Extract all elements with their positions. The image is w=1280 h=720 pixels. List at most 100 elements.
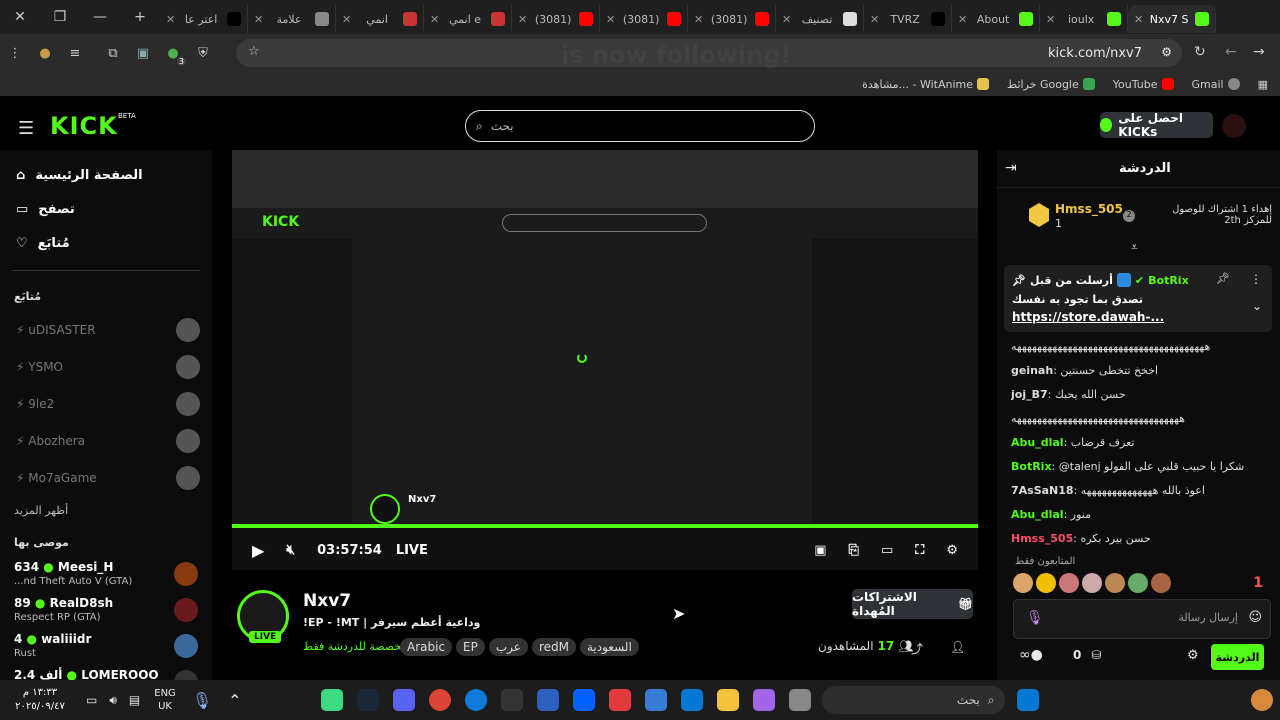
unpin-icon[interactable]: 📌︎ <box>1216 272 1230 285</box>
emote-icon[interactable] <box>1128 573 1148 593</box>
nav-browse[interactable]: ▭ تصفح <box>16 202 75 217</box>
extensions-puzzle-icon[interactable]: ⧉ <box>98 38 128 68</box>
recommended-channel[interactable]: 634 ● Meesi_H ...nd Theft Auto V (GTA) <box>14 560 200 590</box>
chat-send-button[interactable]: الدردشة <box>1211 644 1264 670</box>
chat-username[interactable]: Hmss_505 <box>1011 532 1073 545</box>
extension-icon[interactable]: ● <box>30 38 60 68</box>
browser-tab[interactable]: ✕ انمي e <box>424 5 512 33</box>
chrome-icon[interactable] <box>428 689 451 711</box>
app-icon[interactable] <box>644 689 667 711</box>
tab-close-icon[interactable]: ✕ <box>870 13 879 26</box>
chat-input[interactable]: 🎙︎ إرسال رسالة ☺ <box>1013 599 1271 639</box>
mic-icon[interactable]: 🎙︎ <box>1026 610 1044 626</box>
apps-grid-icon[interactable]: ▦ <box>1258 78 1268 91</box>
mute-icon[interactable]: 🔇︎ <box>286 542 295 558</box>
app-icon[interactable] <box>536 689 559 711</box>
app-icon[interactable] <box>320 689 343 711</box>
nav-following[interactable]: ♡ مُتابَع <box>16 236 70 251</box>
stream-tag[interactable]: redM <box>531 638 576 656</box>
stream-tag[interactable]: السعودية <box>579 638 639 656</box>
chevron-down-icon[interactable]: ⩡ <box>1131 240 1138 255</box>
progress-bar[interactable] <box>232 524 978 528</box>
chat-username[interactable]: Abu_dlal <box>1011 436 1064 449</box>
emote-icon[interactable] <box>1151 573 1171 593</box>
browser-tab[interactable]: ✕ TVRZ <box>864 5 952 33</box>
address-bar[interactable]: ☆ is now following! kick.com/nxv7 ⚙ <box>236 39 1182 69</box>
infinity-icon[interactable]: ∞● <box>1019 647 1043 663</box>
chat-username[interactable]: Abu_dlal <box>1011 508 1064 521</box>
chat-username[interactable]: geinah <box>1011 364 1053 377</box>
store-icon[interactable] <box>680 689 703 711</box>
browser-tab[interactable]: ✕ ioulx <box>1040 5 1128 33</box>
battery-icon[interactable]: ▭ <box>86 693 97 707</box>
browser-tab[interactable]: ✕ About <box>952 5 1040 33</box>
play-icon[interactable]: ▶ <box>252 541 264 560</box>
bookmark-maps[interactable]: خرائط Google <box>1007 78 1095 91</box>
browser-tab[interactable]: ✕ (3081) <box>688 5 776 33</box>
more-menu-icon[interactable]: ⋮ <box>0 38 30 68</box>
followed-channel[interactable]: ⚡︎ YSMO <box>16 355 200 379</box>
extension-icon[interactable]: ▣ <box>128 38 158 68</box>
edge-icon[interactable] <box>464 689 487 711</box>
browser-tab[interactable]: ✕ انمي <box>336 5 424 33</box>
emoji-icon[interactable]: ☺ <box>1248 610 1262 625</box>
streamer-name[interactable]: Nxv7 <box>303 591 351 611</box>
network-icon[interactable]: ▤ <box>129 693 140 707</box>
stream-tag[interactable]: عرب <box>488 638 528 656</box>
tab-close-icon[interactable]: ✕ <box>166 13 175 26</box>
followed-channel[interactable]: ⚡︎ Abozhera <box>16 429 200 453</box>
stream-tag[interactable]: EP <box>456 638 485 656</box>
chat-username[interactable]: BotRix <box>1011 460 1052 473</box>
get-kicks-button[interactable]: احصل على KICKs <box>1100 111 1213 139</box>
browser-tab[interactable]: ✕ علامة <box>248 5 336 33</box>
tab-close-icon[interactable]: ✕ <box>606 13 615 26</box>
expand-pinned-icon[interactable]: ⌄ <box>1252 299 1262 313</box>
bookmark-gmail[interactable]: Gmail <box>1192 78 1240 91</box>
task-view-icon[interactable] <box>788 689 811 711</box>
video-player[interactable]: KICK Nxv7 ▶ 🔇︎ 03:57:54 LIVE ▣ ⎘ ▭ ⛶ ⚙ <box>232 150 978 570</box>
pinned-menu-icon[interactable]: ⋮ <box>1250 272 1262 286</box>
tray-chevron-icon[interactable]: ⌃ <box>228 691 241 710</box>
dropbox-icon[interactable] <box>572 689 595 711</box>
theater-mode-icon[interactable]: ▭ <box>881 543 893 558</box>
copilot-icon[interactable] <box>752 689 775 711</box>
window-minimize-icon[interactable]: — <box>80 0 120 34</box>
mic-tray-icon[interactable]: 🎙︎ <box>192 691 212 710</box>
nav-home[interactable]: ⌂ الصفحة الرئيسية <box>16 168 143 183</box>
language-indicator[interactable]: ENG UK <box>154 687 176 713</box>
forward-icon[interactable]: ← <box>1225 44 1237 60</box>
tab-close-icon[interactable]: ✕ <box>1134 13 1143 26</box>
search-input[interactable]: ⌕ بحث <box>465 110 815 142</box>
chat-settings-icon[interactable]: ⚙ <box>1187 648 1199 663</box>
followed-channel[interactable]: ⚡︎ 9le2 <box>16 392 200 416</box>
user-avatar[interactable] <box>1222 114 1246 138</box>
volume-icon[interactable]: 🔊︎ <box>109 693 117 708</box>
tab-close-icon[interactable]: ✕ <box>958 13 967 26</box>
steam-icon[interactable] <box>356 689 379 711</box>
top-gifter-name[interactable]: Hmss_505 <box>1055 202 1123 216</box>
pinned-link[interactable]: https://store.dawah-... <box>1012 310 1164 324</box>
bookmark-youtube[interactable]: YouTube <box>1113 78 1174 91</box>
window-restore-icon[interactable]: ❐ <box>40 0 80 34</box>
extension-icon[interactable]: ≡ <box>60 38 90 68</box>
emote-icon[interactable] <box>1082 573 1102 593</box>
recommended-channel[interactable]: 89 ● RealD8sh Respect RP (GTA) <box>14 596 200 626</box>
recommended-channel[interactable]: 4 ● waliiidr Rust <box>14 632 200 662</box>
notification-icon[interactable] <box>1251 689 1273 711</box>
tab-close-icon[interactable]: ✕ <box>342 13 351 26</box>
bookmark-star-icon[interactable]: ☆ <box>248 44 260 59</box>
kicks-balance[interactable]: 0 ⛁ <box>1073 648 1101 662</box>
app-icon[interactable] <box>608 689 631 711</box>
follow-icon[interactable]: 👤︎ <box>950 640 965 654</box>
gift-subs-button[interactable]: الاشتراكات المُهداة 🎁︎ <box>852 589 973 619</box>
site-settings-icon[interactable]: ⚙ <box>1161 45 1172 59</box>
browser-tab[interactable]: ✕ (3081) <box>600 5 688 33</box>
reload-icon[interactable]: ↻ <box>1194 44 1206 60</box>
emote-icon[interactable] <box>1059 573 1079 593</box>
discord-icon[interactable] <box>392 689 415 711</box>
emote-icon[interactable] <box>1013 573 1033 593</box>
show-more-link[interactable]: أظهر المزيد <box>14 504 68 517</box>
settings-gear-icon[interactable]: ⚙ <box>946 543 958 558</box>
tab-close-icon[interactable]: ✕ <box>694 13 703 26</box>
browser-tab[interactable]: ✕ (3081) <box>512 5 600 33</box>
